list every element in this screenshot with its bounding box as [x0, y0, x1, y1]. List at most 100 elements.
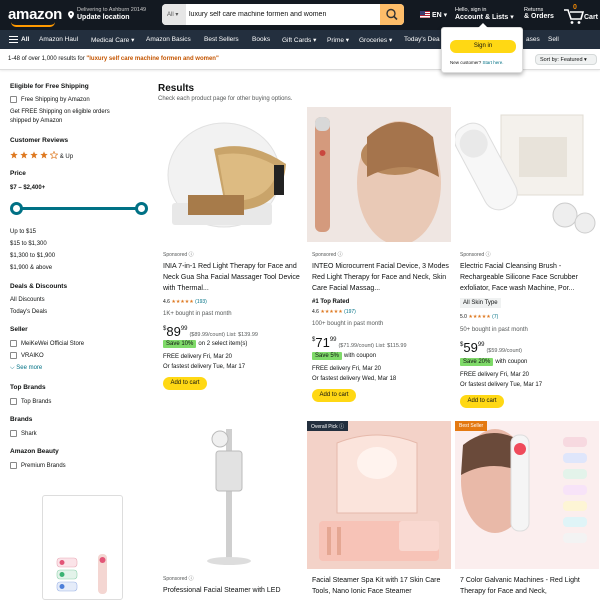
premium-brands-checkbox[interactable]: [10, 462, 17, 469]
price-slider[interactable]: [10, 202, 148, 216]
top-brands-label[interactable]: Top Brands: [21, 399, 51, 405]
start-here-link[interactable]: Start here.: [483, 60, 504, 65]
premium-brands-label[interactable]: Premium Brands: [21, 463, 66, 469]
seller-label[interactable]: VRAIKO: [21, 353, 44, 359]
info-icon[interactable]: ⓘ: [338, 252, 343, 258]
subnav-gift-cards[interactable]: Gift Cards ▾: [282, 36, 316, 44]
review-count[interactable]: (193): [195, 299, 207, 305]
price-option[interactable]: $1,300 to $1,900: [10, 253, 55, 259]
review-count[interactable]: (7): [492, 314, 498, 320]
seller-checkbox[interactable]: [10, 340, 17, 347]
returns-orders[interactable]: Returns & Orders: [524, 7, 554, 20]
rating-filter-4up[interactable]: & Up: [10, 151, 73, 161]
product-title[interactable]: Facial Steamer Spa Kit with 17 Skin Care…: [312, 575, 449, 599]
product-image[interactable]: [158, 107, 302, 242]
info-icon[interactable]: ⓘ: [189, 252, 194, 258]
product-image[interactable]: [455, 107, 599, 242]
top-brands-checkbox[interactable]: [10, 398, 17, 405]
subnav-best-sellers[interactable]: Best Sellers: [204, 36, 239, 43]
review-count[interactable]: (197): [344, 309, 356, 315]
search-category-dropdown[interactable]: All ▾: [162, 4, 186, 25]
product-image[interactable]: Overall Pick ⓘ: [307, 421, 451, 569]
deliver-line2: Update location: [77, 14, 130, 21]
product-image[interactable]: [158, 421, 302, 569]
price-option[interactable]: Up to $15: [10, 229, 36, 235]
free-shipping-label[interactable]: Free Shipping by Amazon: [21, 97, 90, 103]
product-image[interactable]: Best Seller: [455, 421, 599, 569]
save-coupon[interactable]: Save 20% with coupon: [460, 358, 527, 366]
save-coupon[interactable]: Save 5% with coupon: [312, 352, 376, 360]
see-more-link[interactable]: ⌵ See more: [10, 365, 42, 372]
brand-label[interactable]: Shark: [21, 431, 37, 437]
language-selector[interactable]: EN ▾: [420, 11, 447, 19]
save-coupon[interactable]: Save 10% on 2 select item(s): [163, 340, 247, 348]
subnav-prime[interactable]: Prime ▾: [327, 36, 349, 44]
product-image[interactable]: [307, 107, 451, 242]
free-shipping-note1: Get FREE Shipping on eligible orders: [10, 109, 110, 115]
add-to-cart-button[interactable]: Add to cart: [163, 377, 207, 390]
price-slider-max-handle[interactable]: [135, 202, 148, 215]
product-price[interactable]: $7199 ($71.99/count) List: $115.99: [312, 335, 407, 350]
sponsored-label: Sponsored ⓘ: [163, 576, 194, 582]
product-title[interactable]: 7 Color Galvanic Machines - Red Light Th…: [460, 575, 597, 599]
product-rating[interactable]: 4.6 ★★★★★ (197): [312, 309, 356, 315]
seller-label[interactable]: MeiKeWei Official Store: [21, 341, 84, 347]
product-title[interactable]: INIA 7-in-1 Red Light Therapy for Face a…: [163, 261, 300, 295]
subnav-amazon-basics[interactable]: Amazon Basics: [146, 36, 191, 43]
subnav-medical-care[interactable]: Medical Care ▾: [91, 36, 134, 44]
results-query: "luxury self care machine formen and wom…: [86, 56, 219, 62]
product-rating[interactable]: 5.0 ★★★★★ (7): [460, 314, 498, 320]
fastest-delivery: Or fastest delivery Wed, Mar 18: [312, 376, 397, 382]
seller-checkbox[interactable]: [10, 352, 17, 359]
results-heading: Results: [158, 83, 195, 94]
price-slider-min-handle[interactable]: [10, 202, 23, 215]
subnav-sell[interactable]: Sell: [548, 36, 559, 43]
product-price[interactable]: $5999 ($59.99/count): [460, 340, 522, 355]
free-shipping-checkbox[interactable]: [10, 96, 17, 103]
delivery-date: FREE delivery Fri, Mar 20: [312, 366, 382, 372]
search-input[interactable]: [189, 4, 379, 25]
best-seller-badge: Best Seller: [455, 421, 488, 431]
info-icon[interactable]: ⓘ: [486, 252, 491, 258]
subnav-amazon-haul[interactable]: Amazon Haul: [39, 36, 78, 43]
led-device-ad-image: [56, 554, 107, 594]
amazon-logo[interactable]: amazon: [8, 6, 62, 23]
account-lists[interactable]: Hello, sign in Account & Lists ▾: [455, 7, 514, 21]
hamburger-menu-icon[interactable]: [9, 36, 18, 43]
top-rated-badge: #1 Top Rated: [312, 299, 350, 305]
cart-label: Cart: [584, 14, 599, 21]
star-full-icon: [20, 151, 28, 159]
info-icon[interactable]: ⓘ: [189, 576, 194, 582]
product-title[interactable]: Professional Facial Steamer with LED: [163, 585, 300, 599]
search-button[interactable]: [380, 4, 404, 25]
sort-dropdown[interactable]: Sort by: Featured ▾: [535, 54, 597, 65]
price-range: $7 – $2,400+: [10, 185, 46, 191]
subnav-purchases[interactable]: ases: [526, 36, 540, 43]
subnav-all[interactable]: All: [21, 36, 29, 43]
deal-option[interactable]: Today's Deals: [10, 309, 47, 315]
subnav-todays-deals[interactable]: Today's Dea: [404, 36, 440, 43]
price-slider-track: [17, 207, 141, 210]
add-to-cart-button[interactable]: Add to cart: [312, 389, 356, 402]
top-brands-heading: Top Brands: [10, 384, 46, 391]
price-option[interactable]: $1,900 & above: [10, 265, 52, 271]
info-icon[interactable]: ⓘ: [339, 424, 344, 430]
sponsored-ad-box[interactable]: [42, 495, 123, 600]
product-title[interactable]: Electric Facial Cleansing Brush - Rechar…: [460, 261, 597, 295]
star-full-icon: [30, 151, 38, 159]
cart-button[interactable]: 0 Cart: [563, 4, 600, 26]
subnav-books[interactable]: Books: [252, 36, 270, 43]
product-price[interactable]: $8999 ($89.99/count) List: $139.99: [163, 324, 258, 339]
delivery-date: FREE delivery Fri, Mar 20: [460, 372, 530, 378]
product-title[interactable]: INTEO Microcurrent Facial Device, 3 Mode…: [312, 261, 449, 295]
new-customer-text: New customer? Start here.: [450, 60, 504, 65]
product-rating[interactable]: 4.6 ★★★★★ (193): [163, 299, 207, 305]
brand-checkbox[interactable]: [10, 430, 17, 437]
flyout-sign-in-button[interactable]: Sign in: [450, 40, 516, 53]
rating-up-label: & Up: [59, 154, 74, 160]
deal-option[interactable]: All Discounts: [10, 297, 45, 303]
add-to-cart-button[interactable]: Add to cart: [460, 395, 504, 408]
amazon-smile-icon: [11, 22, 55, 27]
price-option[interactable]: $15 to $1,300: [10, 241, 47, 247]
subnav-groceries[interactable]: Groceries ▾: [359, 36, 392, 44]
